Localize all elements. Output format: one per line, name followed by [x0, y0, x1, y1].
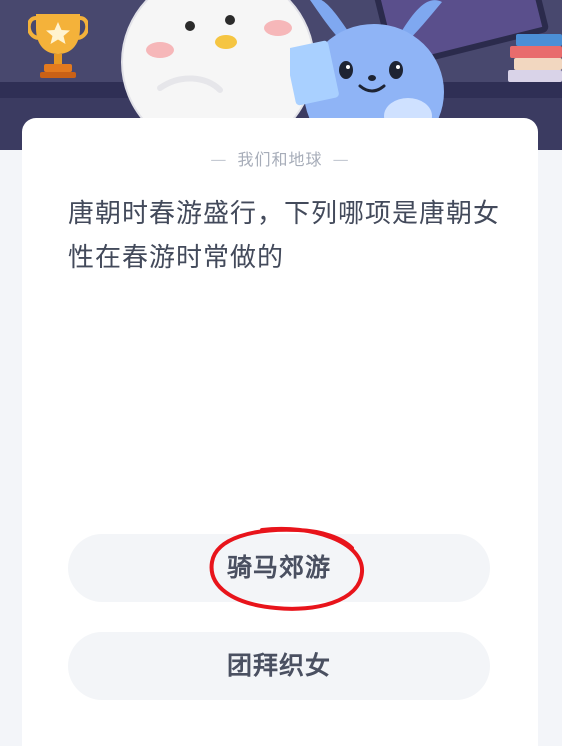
answer-option-1[interactable]: 骑马郊游 [68, 534, 490, 602]
trophy-icon [28, 14, 88, 78]
books-icon [508, 34, 562, 82]
category-tag: — 我们和地球 — [22, 146, 538, 170]
question-card: — 我们和地球 — 唐朝时春游盛行，下列哪项是唐朝女性在春游时常做的 骑马郊游 … [22, 118, 538, 746]
question-text: 唐朝时春游盛行，下列哪项是唐朝女性在春游时常做的 [68, 199, 501, 273]
answer-option-2[interactable]: 团拜织女 [68, 632, 490, 700]
tag-dash-right: — [332, 150, 350, 169]
category-label: 我们和地球 [237, 150, 323, 169]
tag-dash-left: — [210, 150, 228, 169]
answer-option-2-label: 团拜织女 [226, 651, 331, 680]
answer-option-1-label: 骑马郊游 [226, 553, 331, 582]
quiz-page: — 我们和地球 — 唐朝时春游盛行，下列哪项是唐朝女性在春游时常做的 骑马郊游 … [0, 0, 562, 746]
